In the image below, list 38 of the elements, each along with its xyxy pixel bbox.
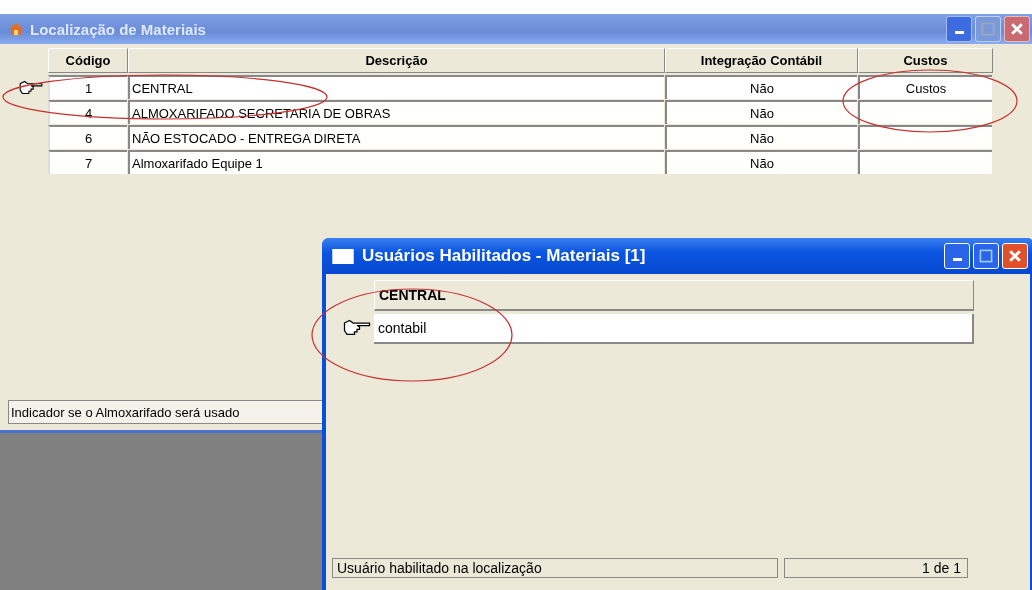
minimize-button[interactable] [946,16,972,42]
column-header[interactable]: Integração Contábil [665,48,858,73]
minimize-button[interactable] [944,243,970,269]
table-row[interactable]: 1 CENTRAL Não Custos [0,75,1032,100]
close-icon [1007,248,1023,264]
table-cell: Não [665,125,857,149]
column-header[interactable]: Código [48,48,128,73]
maximize-icon [980,21,996,37]
column-header[interactable]: Custos [858,48,993,73]
table-cell: 1 [48,75,127,99]
table-cell: Não [665,100,857,124]
table-cell: 6 [48,125,127,149]
table-cell: 7 [48,150,127,174]
table-cell: Não [665,75,857,99]
table-cell: Não [665,150,857,174]
list-row[interactable]: contabil [374,314,974,344]
status-text: Usuário habilitado na localização [332,558,778,578]
close-button[interactable] [1002,243,1028,269]
maximize-button[interactable] [973,243,999,269]
window-icon [332,248,354,264]
table-row[interactable]: 6 NÃO ESTOCADO - ENTREGA DIRETA Não [0,125,1032,150]
table-row[interactable]: 7 Almoxarifado Equipe 1 Não [0,150,1032,175]
minimize-icon [954,31,964,34]
close-icon [1009,21,1025,37]
column-header[interactable]: Descrição [128,48,665,73]
table-cell: Almoxarifado Equipe 1 [128,150,664,174]
dialog-title: Usuários Habilitados - Materiais [1] [362,246,647,266]
maximize-icon [978,248,994,264]
table-cell: Custos [858,75,992,99]
record-count: 1 de 1 [784,558,968,578]
column-header[interactable]: CENTRAL [374,280,974,311]
minimize-icon [952,258,962,261]
pointing-hand-icon [18,78,44,97]
window-title: Localização de Materiais [30,20,207,38]
close-button[interactable] [1004,16,1030,42]
table-cell: CENTRAL [128,75,664,99]
table-cell: NÃO ESTOCADO - ENTREGA DIRETA [128,125,664,149]
house-icon [8,21,24,37]
